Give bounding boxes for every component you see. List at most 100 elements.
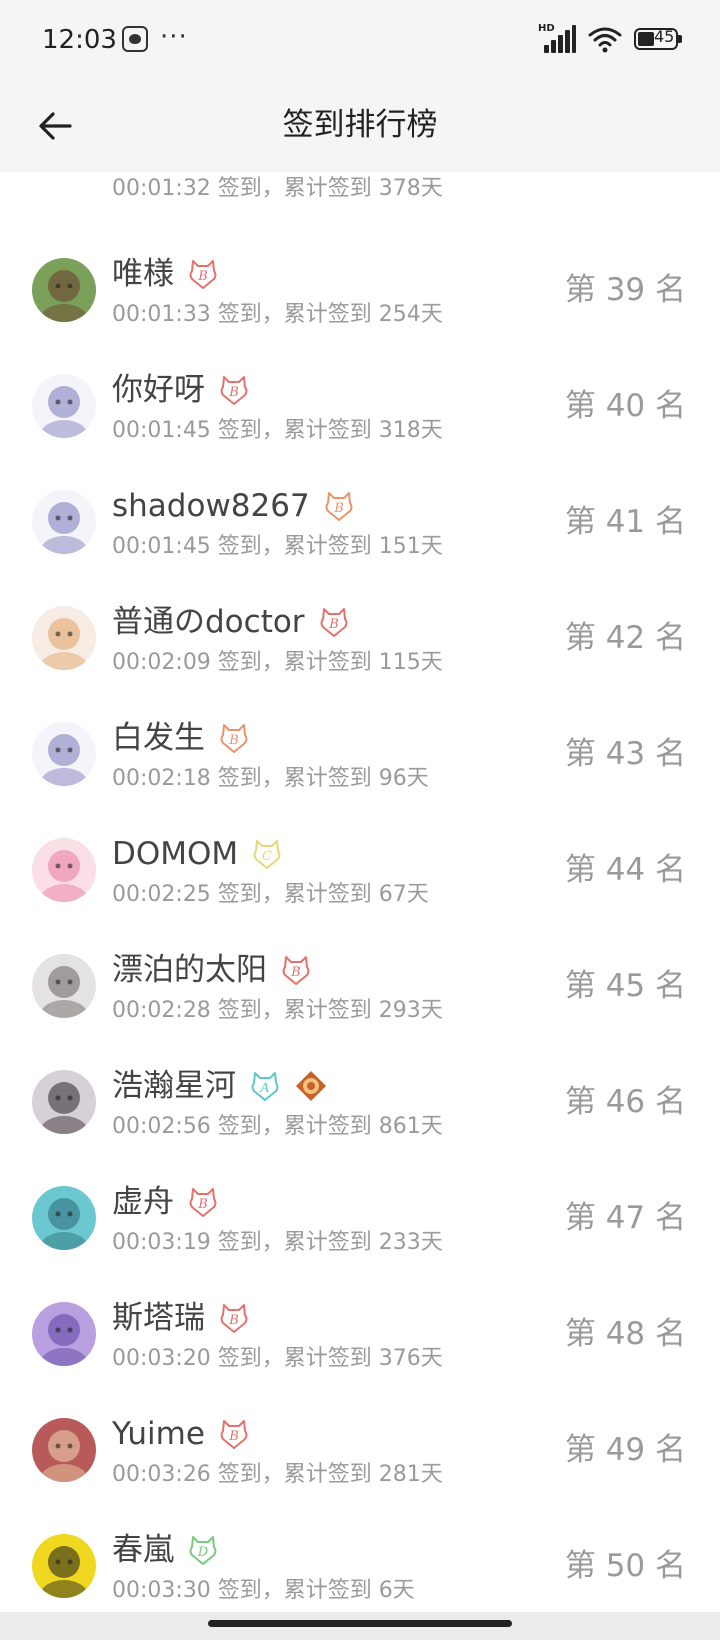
svg-text:B: B [333,501,344,516]
checkin-info: 00:01:32 签到，累计签到 378天 [112,176,443,201]
avatar[interactable] [32,258,96,322]
name-line: DOMOM C [112,832,284,876]
list-item[interactable]: 斯塔瑞 B 00:03:20 签到，累计签到 376天 第 48 名 [0,1276,720,1392]
svg-text:C: C [262,849,272,864]
level-badge-icon: C [250,837,284,871]
more-notifications-icon: ··· [160,22,188,52]
rank-label: 第 43 名 [564,736,686,772]
list-item[interactable]: 白发生 B 00:02:18 签到，累计签到 96天 第 43 名 [0,696,720,812]
user-name[interactable]: Yuime [112,1412,205,1456]
user-name[interactable]: 你好呀 [112,368,205,412]
name-line: 漂泊的太阳 B [112,948,313,992]
gesture-bar [0,1612,720,1640]
level-badge-icon: B [217,721,251,755]
list-item[interactable]: Yuime B 00:03:26 签到，累计签到 281天 第 49 名 [0,1392,720,1508]
name-line: 唯様 B [112,252,220,296]
list-item[interactable]: 浩瀚星河 A 00:02:56 签到，累计签到 861天 第 46 名 [0,1044,720,1160]
rank-label: 第 46 名 [564,1084,686,1120]
user-name[interactable]: 唯様 [112,252,174,296]
name-line: 春嵐 D [112,1528,220,1572]
level-badge-icon: A [248,1069,282,1103]
checkin-info: 00:02:28 签到，累计签到 293天 [112,998,443,1023]
status-time: 12:03 [42,25,117,55]
list-item[interactable]: 虚舟 B 00:03:19 签到，累计签到 233天 第 47 名 [0,1160,720,1276]
checkin-info: 00:03:19 签到，累计签到 233天 [112,1230,443,1255]
hd-label: HD [538,23,555,34]
user-name[interactable]: DOMOM [112,832,238,876]
checkin-info: 00:02:18 签到，累计签到 96天 [112,766,429,791]
level-badge-icon: B [217,373,251,407]
list-item[interactable]: shadow8267 B 00:01:45 签到，累计签到 151天 第 41 名 [0,464,720,580]
name-line: 你好呀 B [112,368,251,412]
user-name[interactable]: 漂泊的太阳 [112,948,267,992]
avatar[interactable] [32,374,96,438]
checkin-info: 00:01:33 签到，累计签到 254天 [112,302,443,327]
list-item[interactable]: 唯様 B 00:01:33 签到，累计签到 254天 第 39 名 [0,232,720,348]
list-item[interactable]: 普通のdoctor B 00:02:09 签到，累计签到 115天 第 42 名 [0,580,720,696]
avatar[interactable] [32,1302,96,1366]
medal-badge-icon [294,1069,328,1103]
checkin-info: 00:02:09 签到，累计签到 115天 [112,650,443,675]
svg-text:B: B [290,965,301,980]
user-name[interactable]: 斯塔瑞 [112,1296,205,1340]
rank-label: 第 41 名 [564,504,686,540]
svg-text:B: B [228,1313,239,1328]
checkin-info: 00:01:45 签到，累计签到 151天 [112,534,443,559]
avatar[interactable] [32,722,96,786]
svg-text:B: B [197,1197,208,1212]
name-line: 浩瀚星河 A [112,1064,328,1108]
list-item[interactable]: DOMOM C 00:02:25 签到，累计签到 67天 第 44 名 [0,812,720,928]
rank-label: 第 49 名 [564,1432,686,1468]
baidu-paw-icon [122,26,148,52]
status-bar: 12:03 ··· HD 45 [0,0,720,80]
leaderboard-list[interactable]: 00:01:32 签到，累计签到 378天 唯様 B 00:01:33 签到，累计签… [0,172,720,1612]
avatar[interactable] [32,1418,96,1482]
battery-icon: 45 [634,27,682,50]
wifi-icon [588,27,622,53]
app-header: 签到排行榜 [0,80,720,172]
avatar[interactable] [32,1534,96,1598]
avatar[interactable] [32,838,96,902]
name-line: Yuime B [112,1412,251,1456]
level-badge-icon: B [217,1301,251,1335]
cell-signal-icon: HD [538,23,576,53]
home-indicator[interactable] [208,1620,512,1627]
user-name[interactable]: 虚舟 [112,1180,174,1224]
svg-text:B: B [228,1429,239,1444]
checkin-info: 00:03:30 签到，累计签到 6天 [112,1578,415,1603]
rank-label: 第 44 名 [564,852,686,888]
level-badge-icon: B [186,1185,220,1219]
checkin-info: 00:02:56 签到，累计签到 861天 [112,1114,443,1139]
page-title: 签到排行榜 [282,107,438,143]
rank-label: 第 47 名 [564,1200,686,1236]
checkin-info: 00:02:25 签到，累计签到 67天 [112,882,429,907]
user-name[interactable]: 浩瀚星河 [112,1064,236,1108]
user-name[interactable]: 春嵐 [112,1528,174,1572]
checkin-info: 00:03:26 签到，累计签到 281天 [112,1462,443,1487]
list-item-partial[interactable]: 00:01:32 签到，累计签到 378天 [0,172,720,232]
status-indicators: HD 45 [538,22,682,56]
checkin-info: 00:01:45 签到，累计签到 318天 [112,418,443,443]
list-item[interactable]: 春嵐 D 00:03:30 签到，累计签到 6天 第 50 名 [0,1508,720,1612]
level-badge-icon: B [217,1417,251,1451]
avatar[interactable] [32,954,96,1018]
user-name[interactable]: 普通のdoctor [112,600,305,644]
level-badge-icon: B [186,257,220,291]
svg-text:B: B [328,617,339,632]
list-item[interactable]: 你好呀 B 00:01:45 签到，累计签到 318天 第 40 名 [0,348,720,464]
avatar[interactable] [32,1186,96,1250]
rank-label: 第 39 名 [564,272,686,308]
checkin-info: 00:03:20 签到，累计签到 376天 [112,1346,443,1371]
avatar[interactable] [32,1070,96,1134]
user-name[interactable]: 白发生 [112,716,205,760]
name-line: 普通のdoctor B [112,600,351,644]
svg-text:A: A [259,1081,269,1096]
battery-level: 45 [654,27,675,46]
list-item[interactable]: 漂泊的太阳 B 00:02:28 签到，累计签到 293天 第 45 名 [0,928,720,1044]
avatar[interactable] [32,606,96,670]
level-badge-icon: B [279,953,313,987]
avatar[interactable] [32,490,96,554]
user-name[interactable]: shadow8267 [112,484,310,528]
svg-text:B: B [197,269,208,284]
name-line: shadow8267 B [112,484,356,528]
